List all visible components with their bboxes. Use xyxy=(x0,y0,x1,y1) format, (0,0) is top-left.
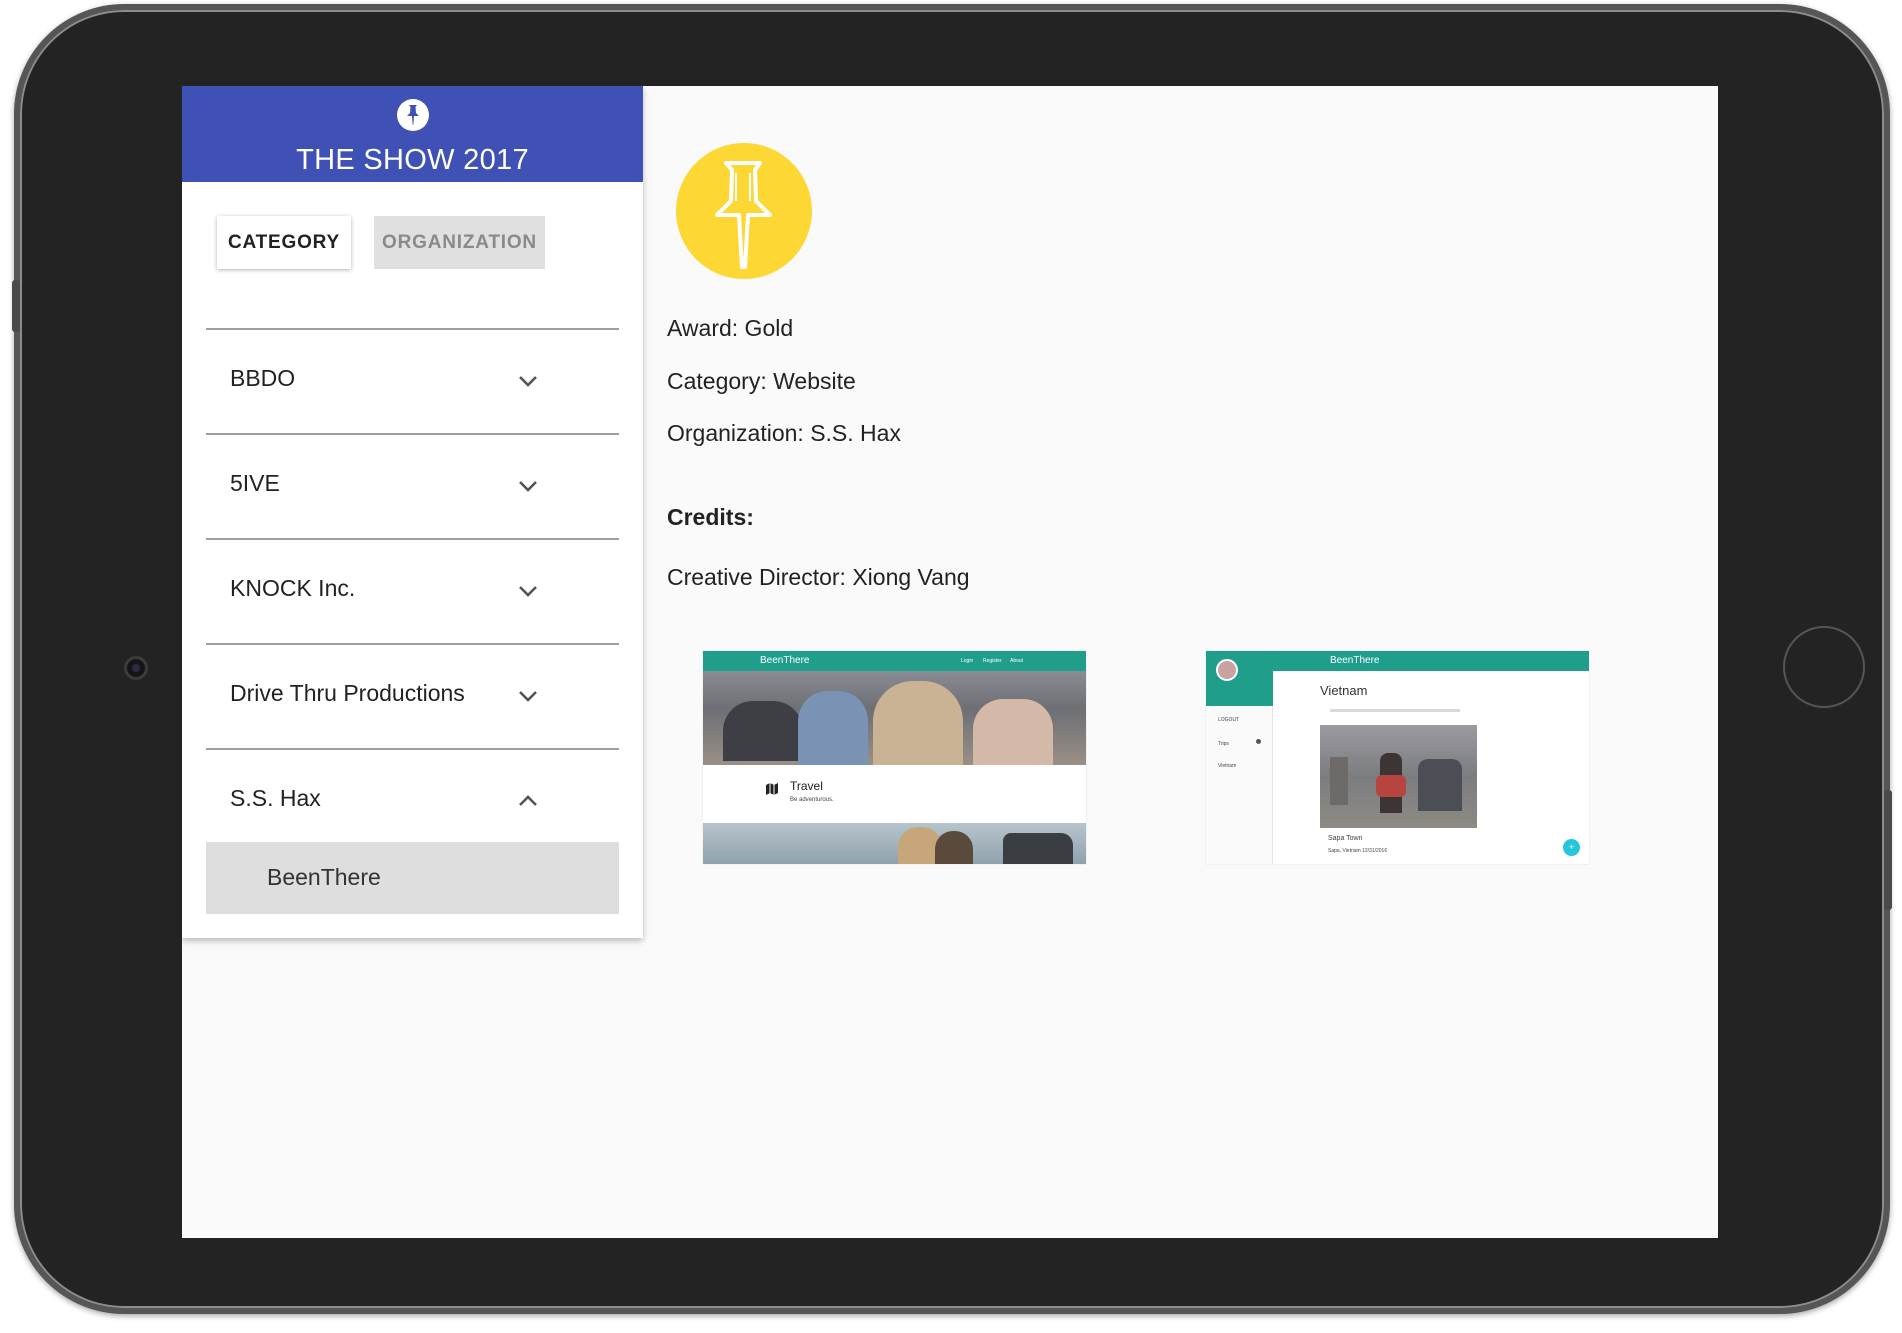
credits-heading: Credits: xyxy=(667,504,754,530)
screenshot-side-logout: LOGOUT xyxy=(1218,717,1240,723)
screenshot-photo-meta: Sapa, Vietnam 12/31/2016 xyxy=(1328,848,1388,854)
screenshot-side-dot-icon xyxy=(1256,739,1261,744)
chevron-down-icon xyxy=(519,376,537,387)
screenshot-navbar: BeenThere Login Register About xyxy=(703,651,1086,671)
screenshot-brand: BeenThere xyxy=(760,655,810,666)
screenshot-street-photo xyxy=(1320,725,1477,828)
org-item-ss-hax[interactable]: S.S. Hax xyxy=(206,750,619,842)
screenshot-avatar xyxy=(1216,659,1238,681)
chevron-down-icon xyxy=(519,586,537,597)
screenshot-add-fab-icon: + xyxy=(1563,839,1580,856)
screenshot-nav-about: About xyxy=(1010,658,1024,664)
project-item-label: BeenThere xyxy=(267,864,381,890)
screen: THE SHOW 2017 CATEGORY ORGANIZATION BBDO… xyxy=(182,86,1718,1238)
filter-panel: CATEGORY ORGANIZATION BBDO 5IVE KNOCK In… xyxy=(194,194,631,926)
chevron-down-icon xyxy=(519,691,537,702)
camera-lens xyxy=(124,656,148,680)
organization-list: BBDO 5IVE KNOCK Inc. Drive Thru Producti… xyxy=(206,328,619,914)
project-screenshot-2[interactable]: LOGOUT Trips Vietnam BeenThere Vietnam S… xyxy=(1206,651,1589,864)
side-button xyxy=(1884,790,1892,910)
map-icon xyxy=(766,783,778,795)
chevron-up-icon xyxy=(519,795,537,806)
screenshot-nav-register: Register xyxy=(983,658,1002,664)
chevron-down-icon xyxy=(519,481,537,492)
organization-text: Organization: S.S. Hax xyxy=(667,420,901,446)
award-pushpin-badge xyxy=(676,143,812,279)
org-item-label: BBDO xyxy=(230,365,296,391)
app-title: THE SHOW 2017 xyxy=(296,144,529,176)
home-button xyxy=(1783,626,1865,708)
award-text: Award: Gold xyxy=(667,315,794,341)
screenshot-profile-header xyxy=(1206,651,1273,706)
org-item-drive-thru[interactable]: Drive Thru Productions xyxy=(206,645,619,750)
sidebar: THE SHOW 2017 CATEGORY ORGANIZATION BBDO… xyxy=(182,86,643,938)
pushpin-logo-icon[interactable] xyxy=(397,99,429,131)
screenshot-side-vietnam: Vietnam xyxy=(1218,763,1237,769)
screenshot-url-line xyxy=(1330,709,1460,712)
pushpin-icon xyxy=(715,161,772,269)
org-item-label: 5IVE xyxy=(230,470,280,496)
screenshot-photo-caption: Sapa Town xyxy=(1328,835,1363,842)
screenshot-card-subtitle: Be adventurous. xyxy=(790,797,834,803)
screenshot-side-trips: Trips xyxy=(1218,741,1229,747)
org-item-knock[interactable]: KNOCK Inc. xyxy=(206,540,619,645)
screenshot-page-title: Vietnam xyxy=(1320,683,1368,698)
org-item-label: KNOCK Inc. xyxy=(230,575,356,601)
screenshot-nav-login: Login xyxy=(961,658,974,664)
screenshot-navbar: BeenThere xyxy=(1273,651,1589,671)
credit-line: Creative Director: Xiong Vang xyxy=(667,564,970,590)
screenshot-hero-photo xyxy=(703,671,1086,765)
sidebar-header: THE SHOW 2017 xyxy=(182,86,643,182)
project-screenshot-1[interactable]: BeenThere Login Register About Travel Be… xyxy=(703,651,1086,864)
volume-button xyxy=(12,280,20,332)
screenshot-sea-photo xyxy=(703,823,1086,864)
tab-organization[interactable]: ORGANIZATION xyxy=(374,216,545,269)
screenshot-sidebar: LOGOUT Trips Vietnam xyxy=(1206,651,1273,864)
org-item-5ive[interactable]: 5IVE xyxy=(206,435,619,540)
org-item-bbdo[interactable]: BBDO xyxy=(206,330,619,435)
screenshot-card-title: Travel xyxy=(790,779,823,793)
category-text: Category: Website xyxy=(667,368,856,394)
project-item-beenthere[interactable]: BeenThere xyxy=(206,842,619,914)
screenshot-brand: BeenThere xyxy=(1330,655,1380,666)
org-item-label: S.S. Hax xyxy=(230,785,321,811)
org-item-label: Drive Thru Productions xyxy=(230,680,465,706)
tab-category[interactable]: CATEGORY xyxy=(217,216,351,269)
